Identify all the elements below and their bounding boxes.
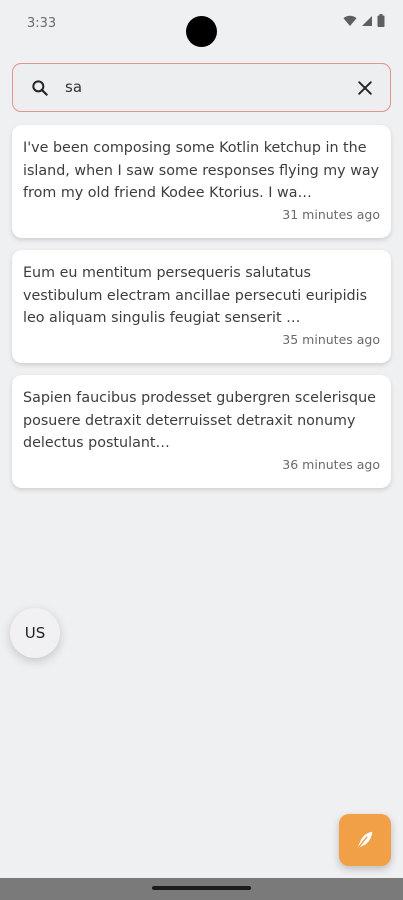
close-icon[interactable] (355, 78, 375, 98)
note-timestamp: 36 minutes ago (282, 457, 380, 472)
navigation-bar (0, 878, 403, 900)
note-text: Sapien faucibus prodesset gubergren scel… (23, 390, 376, 451)
account-initials: US (24, 624, 46, 642)
note-timestamp: 35 minutes ago (282, 332, 380, 347)
status-icons (343, 14, 385, 27)
note-card[interactable]: Eum eu mentitum persequeris salutatus ve… (12, 250, 391, 363)
note-card[interactable]: I've been composing some Kotlin ketchup … (12, 125, 391, 238)
status-time: 3:33 (27, 16, 57, 31)
signal-icon (362, 15, 372, 26)
camera-cutout (186, 16, 217, 47)
search-input[interactable]: sa (65, 78, 82, 96)
battery-icon (377, 14, 385, 27)
home-handle[interactable] (152, 886, 251, 890)
app-screen: 3:33 sa I've been composing some Kotlin … (0, 0, 403, 900)
compose-note-button[interactable] (339, 814, 391, 866)
note-timestamp: 31 minutes ago (282, 207, 380, 222)
account-avatar[interactable]: US (10, 608, 60, 658)
status-bar: 3:33 (0, 0, 403, 48)
note-text: I've been composing some Kotlin ketchup … (23, 140, 380, 201)
search-icon (32, 80, 48, 96)
note-text: Eum eu mentitum persequeris salutatus ve… (23, 265, 368, 326)
search-bar[interactable]: sa (12, 63, 391, 112)
feather-icon (357, 831, 373, 849)
wifi-icon (343, 15, 357, 26)
note-card[interactable]: Sapien faucibus prodesset gubergren scel… (12, 375, 391, 488)
